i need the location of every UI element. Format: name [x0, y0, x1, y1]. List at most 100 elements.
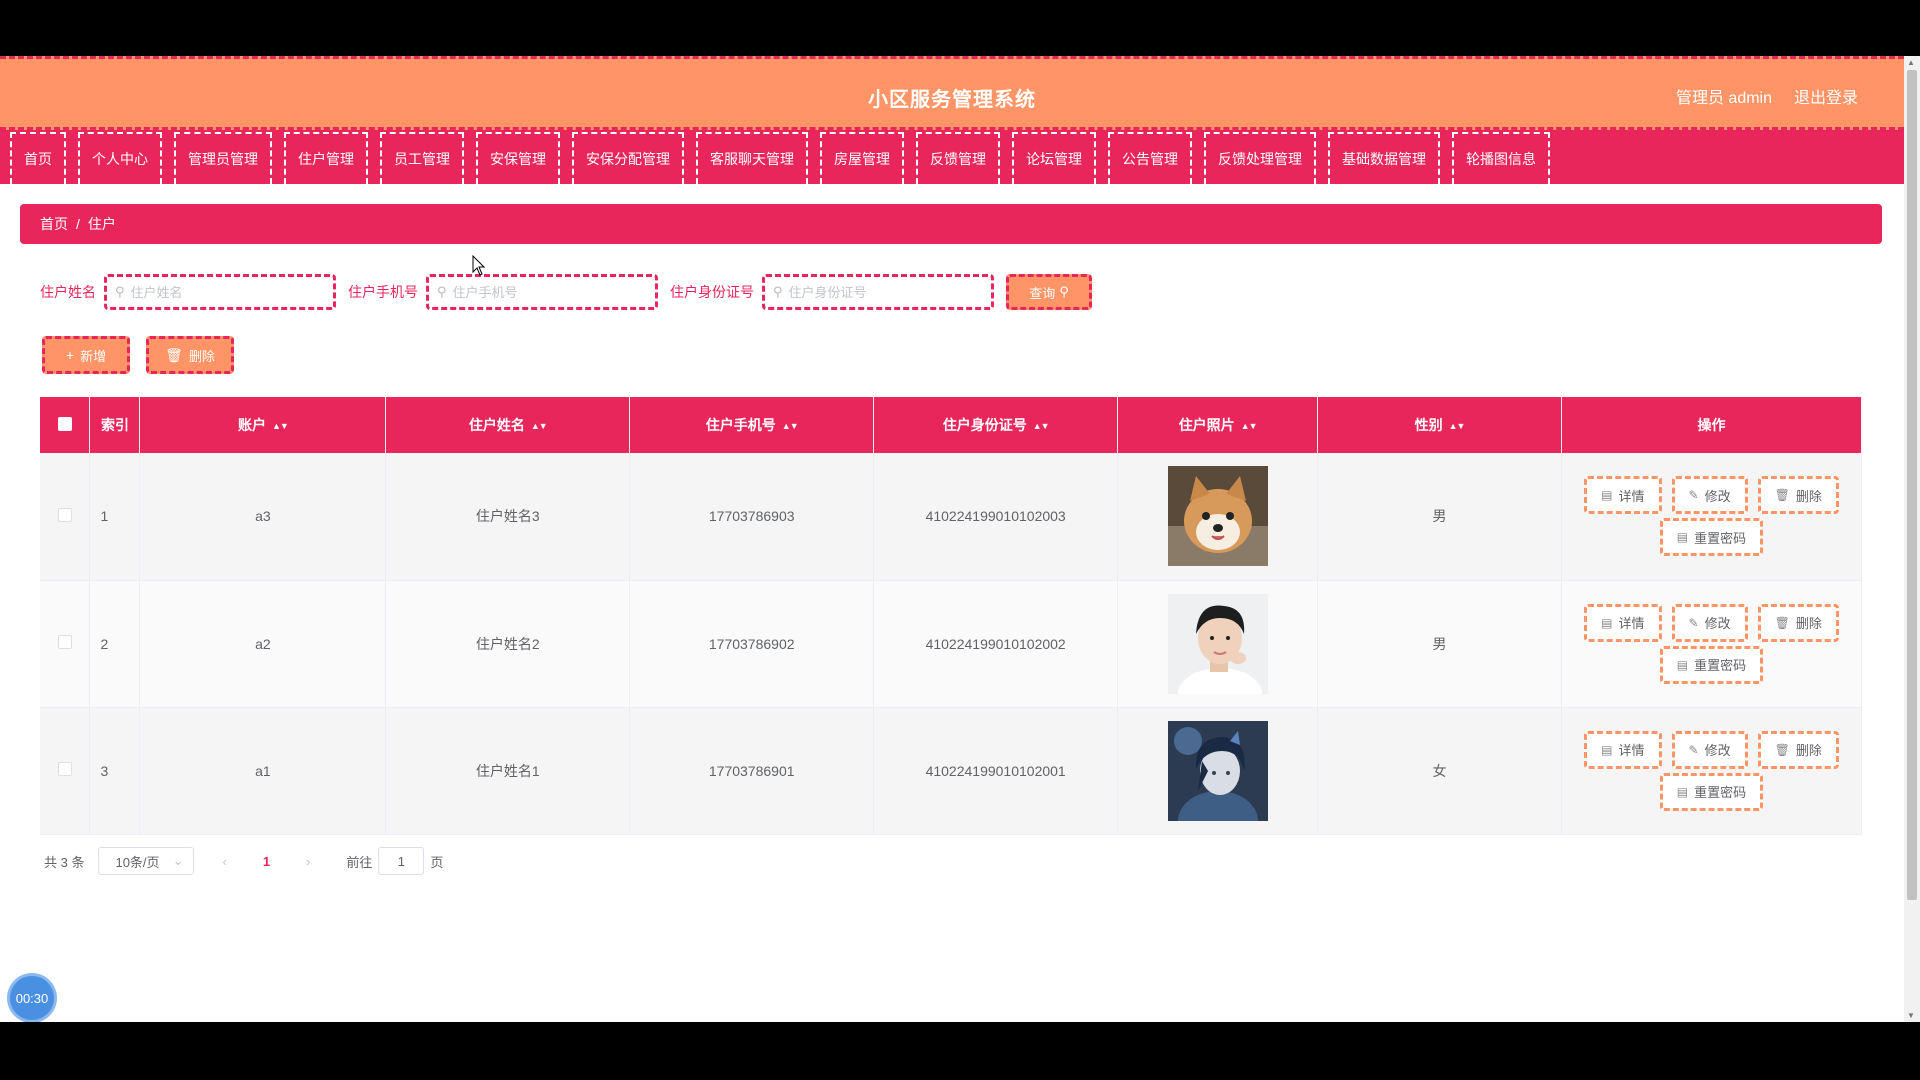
nav-item-profile[interactable]: 个人中心: [78, 132, 162, 184]
header-phone[interactable]: 住户手机号 ▲▼: [629, 397, 875, 453]
nav-item-base-data[interactable]: 基础数据管理: [1328, 132, 1440, 184]
header-id-number[interactable]: 住户身份证号 ▲▼: [873, 397, 1119, 453]
trash-icon: 🗑: [1774, 615, 1790, 630]
sort-icon[interactable]: ▲▼: [531, 421, 548, 431]
nav-item-notice-management[interactable]: 公告管理: [1108, 132, 1192, 184]
reset-password-button[interactable]: ▤ 重置密码: [1659, 518, 1764, 557]
header-photo[interactable]: 住户照片 ▲▼: [1117, 397, 1319, 453]
page-number-current[interactable]: 1: [263, 854, 270, 869]
detail-button[interactable]: ▤ 详情: [1584, 603, 1662, 642]
row-account: a3: [139, 453, 387, 581]
edit-button[interactable]: ✎ 修改: [1671, 476, 1748, 515]
phone-search-field[interactable]: ⚲: [426, 274, 658, 310]
header-gender[interactable]: 性别 ▲▼: [1317, 397, 1562, 453]
table-row: 2 a2 住户姓名2 17703786902 41022419901010200…: [40, 580, 1863, 708]
add-button[interactable]: + 新增: [42, 336, 130, 374]
scroll-up-icon[interactable]: ▲: [1907, 58, 1915, 67]
nav-item-security-assignment[interactable]: 安保分配管理: [572, 132, 684, 184]
detail-label: 详情: [1618, 616, 1645, 631]
row-actions: ▤ 详情 ✎ 修改 🗑 删除 ▤ 重置密码: [1561, 580, 1863, 708]
delete-button[interactable]: 🗑 删除: [1757, 603, 1839, 642]
row-id-number: 410224199010102002: [873, 580, 1119, 708]
table-row: 1 a3 住户姓名3 17703786903 41022419901010200…: [40, 453, 1863, 581]
scroll-down-icon[interactable]: ▼: [1907, 1011, 1915, 1020]
header-photo-label: 住户照片: [1178, 417, 1235, 433]
prev-page-icon[interactable]: ‹: [222, 854, 226, 869]
row-id-number: 410224199010102003: [873, 453, 1119, 581]
edit-button[interactable]: ✎ 修改: [1671, 730, 1748, 769]
document-icon: ▤: [1601, 488, 1613, 503]
name-search-input[interactable]: [130, 284, 321, 300]
shiba-dog-photo[interactable]: [1167, 466, 1268, 567]
delete-label: 删除: [1795, 488, 1822, 504]
header-phone-label: 住户手机号: [705, 417, 776, 433]
header-select-all[interactable]: [40, 397, 91, 453]
anime-illustration[interactable]: [1167, 720, 1268, 821]
nav-item-home[interactable]: 首页: [10, 132, 66, 184]
row-account: a2: [139, 580, 387, 708]
sort-icon[interactable]: ▲▼: [1449, 421, 1466, 431]
nav-item-feedback-management[interactable]: 反馈管理: [916, 132, 1000, 184]
row-checkbox[interactable]: [57, 635, 72, 649]
nav-item-feedback-handling[interactable]: 反馈处理管理: [1204, 132, 1316, 184]
header-name[interactable]: 住户姓名 ▲▼: [385, 397, 631, 453]
logout-link[interactable]: 退出登录: [1794, 84, 1858, 108]
edit-button[interactable]: ✎ 修改: [1671, 603, 1748, 642]
header-index: 索引: [89, 397, 141, 453]
reset-password-button[interactable]: ▤ 重置密码: [1659, 772, 1764, 811]
batch-delete-button[interactable]: 🗑 删除: [146, 336, 234, 374]
delete-label: 删除: [1795, 616, 1822, 631]
row-name: 住户姓名2: [385, 580, 631, 708]
header-name-label: 住户姓名: [468, 417, 525, 433]
row-actions: ▤ 详情 ✎ 修改 🗑 删除 ▤ 重置密码: [1561, 453, 1863, 581]
delete-button[interactable]: 🗑 删除: [1757, 476, 1839, 515]
nav-item-support-chat[interactable]: 客服聊天管理: [696, 132, 808, 184]
select-all-checkbox[interactable]: [57, 416, 72, 431]
phone-search-input[interactable]: [452, 284, 643, 300]
name-search-field[interactable]: ⚲: [104, 274, 336, 310]
sort-icon[interactable]: ▲▼: [1033, 421, 1050, 431]
nav-item-security-management[interactable]: 安保管理: [476, 132, 560, 184]
scrollbar-thumb[interactable]: [1907, 70, 1917, 900]
next-page-icon[interactable]: ›: [306, 854, 310, 869]
goto-page-input[interactable]: [378, 847, 425, 875]
goto-prefix: 前往: [346, 854, 373, 870]
reset-password-button[interactable]: ▤ 重置密码: [1659, 645, 1764, 684]
nav-item-resident-management[interactable]: 住户管理: [284, 132, 368, 184]
nav-item-forum-management[interactable]: 论坛管理: [1012, 132, 1096, 184]
young-man-portrait[interactable]: [1167, 593, 1268, 694]
vertical-scrollbar[interactable]: ▲ ▼: [1904, 56, 1920, 1022]
sort-icon[interactable]: ▲▼: [272, 421, 289, 431]
pencil-icon: ✎: [1688, 615, 1699, 630]
row-select-cell[interactable]: [40, 707, 91, 835]
nav-item-staff-management[interactable]: 员工管理: [380, 132, 464, 184]
header-id-number-label: 住户身份证号: [942, 417, 1027, 433]
query-button[interactable]: 查询 ⚲: [1006, 274, 1092, 310]
search-icon: ⚲: [773, 284, 783, 299]
nav-item-carousel[interactable]: 轮播图信息: [1452, 132, 1550, 184]
id-search-input[interactable]: [788, 284, 979, 300]
table-row: 3 a1 住户姓名1 17703786901 41022419901010200…: [40, 707, 1863, 835]
nav-item-house-management[interactable]: 房屋管理: [820, 132, 904, 184]
row-select-cell[interactable]: [40, 580, 91, 708]
recording-timer[interactable]: 00:30: [10, 976, 54, 1020]
row-checkbox[interactable]: [57, 507, 72, 522]
phone-search-label: 住户手机号: [348, 284, 418, 300]
row-select-cell[interactable]: [40, 453, 91, 581]
breadcrumb-home[interactable]: 首页: [40, 216, 68, 232]
id-search-field[interactable]: ⚲: [762, 274, 994, 310]
sort-icon[interactable]: ▲▼: [782, 421, 799, 431]
detail-button[interactable]: ▤ 详情: [1584, 476, 1662, 515]
header-account[interactable]: 账户 ▲▼: [139, 397, 387, 453]
search-icon: ⚲: [1059, 284, 1069, 299]
sort-icon[interactable]: ▲▼: [1241, 421, 1258, 431]
edit-label: 修改: [1704, 488, 1731, 504]
row-phone: 17703786901: [629, 707, 875, 835]
row-gender: 女: [1317, 707, 1562, 835]
detail-button[interactable]: ▤ 详情: [1584, 730, 1662, 769]
delete-button[interactable]: 🗑 删除: [1757, 730, 1839, 769]
nav-item-admin-management[interactable]: 管理员管理: [174, 132, 272, 184]
page-size-select[interactable]: 10条/页 ⌄: [98, 847, 195, 875]
row-gender: 男: [1317, 580, 1562, 708]
row-checkbox[interactable]: [57, 762, 72, 776]
